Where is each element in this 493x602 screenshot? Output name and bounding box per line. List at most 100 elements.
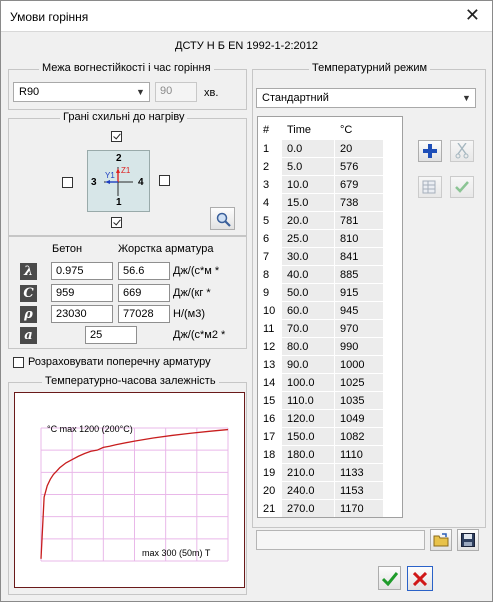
z-axis-label: Z1 [121, 166, 131, 175]
title-bar: Умови горіння ✕ [1, 1, 492, 32]
c-symbol: C [20, 285, 37, 302]
alpha-unit: Дж/(с*м2 * [173, 329, 226, 341]
cell-index: 21 [263, 503, 276, 515]
cell-temp: 576 [335, 158, 383, 176]
minutes-unit: хв. [204, 87, 219, 99]
cell-temp: 1133 [335, 464, 383, 482]
cell-temp: 1049 [335, 410, 383, 428]
temp-regime-select[interactable]: Стандартний ▼ [256, 88, 476, 108]
temp-table[interactable]: # Time °C 1 0.0 20 2 5.0 576 3 10.0 679 4 15.0 738 5… [257, 116, 403, 518]
cell-temp: 915 [335, 284, 383, 302]
cell-temp: 841 [335, 248, 383, 266]
concrete-column-header: Бетон [52, 243, 83, 255]
cell-index: 13 [263, 359, 276, 371]
face-top-checkbox[interactable] [111, 131, 122, 142]
col-header-index: # [263, 124, 270, 136]
transverse-rebar-checkbox[interactable] [13, 357, 24, 368]
lambda-unit: Дж/(с*м * [173, 265, 220, 277]
rebar-rho-field[interactable]: 77028 [118, 305, 170, 323]
cell-time: 40.0 [282, 266, 334, 284]
cell-index: 4 [263, 197, 270, 209]
table-row[interactable]: 5 20.0 781 [258, 212, 402, 230]
cell-index: 18 [263, 449, 276, 461]
chart-x-caption: max 300 (50m) T [142, 548, 211, 558]
alpha-symbol: a [20, 327, 37, 344]
rebar-c-field[interactable]: 669 [118, 284, 170, 302]
table-row[interactable]: 13 90.0 1000 [258, 356, 402, 374]
alpha-field[interactable]: 25 [85, 326, 137, 344]
c-unit: Дж/(кг * [173, 287, 211, 299]
table-header-row: # Time °C [258, 121, 402, 139]
fire-minutes-field[interactable]: 90 [155, 82, 197, 102]
transverse-rebar-label: Розраховувати поперечну арматуру [28, 356, 211, 368]
cell-temp: 945 [335, 302, 383, 320]
close-icon[interactable]: ✕ [465, 5, 480, 26]
cell-time: 60.0 [282, 302, 334, 320]
zoom-button[interactable] [210, 207, 235, 230]
cancel-button[interactable] [407, 566, 433, 591]
table-row[interactable]: 8 40.0 885 [258, 266, 402, 284]
red-x-icon [412, 571, 428, 587]
face-label-top: 2 [116, 153, 122, 164]
delete-row-button[interactable] [450, 140, 474, 162]
col-header-time: Time [282, 121, 334, 139]
cell-time: 70.0 [282, 320, 334, 338]
open-folder-icon [433, 533, 449, 547]
table-row[interactable]: 11 70.0 970 [258, 320, 402, 338]
cell-temp: 781 [335, 212, 383, 230]
table-row[interactable]: 16 120.0 1049 [258, 410, 402, 428]
table-row[interactable]: 21 270.0 1170 [258, 500, 402, 517]
file-path-field[interactable] [256, 530, 425, 550]
save-file-button[interactable] [457, 529, 479, 551]
cell-index: 19 [263, 467, 276, 479]
table-row[interactable]: 1 0.0 20 [258, 140, 402, 158]
table-row[interactable]: 2 5.0 576 [258, 158, 402, 176]
cell-time: 10.0 [282, 176, 334, 194]
table-row[interactable]: 7 30.0 841 [258, 248, 402, 266]
table-row[interactable]: 6 25.0 810 [258, 230, 402, 248]
fire-rating-select[interactable]: R90 ▼ [13, 82, 150, 102]
cell-index: 3 [263, 179, 270, 191]
concrete-rho-field[interactable]: 23030 [51, 305, 113, 323]
table-row[interactable]: 18 180.0 1110 [258, 446, 402, 464]
cell-time: 30.0 [282, 248, 334, 266]
concrete-c-field[interactable]: 959 [51, 284, 113, 302]
ok-button[interactable] [378, 566, 401, 590]
table-row[interactable]: 20 240.0 1153 [258, 482, 402, 500]
table-row[interactable]: 12 80.0 990 [258, 338, 402, 356]
apply-table-button[interactable] [450, 176, 474, 198]
face-right-checkbox[interactable] [159, 175, 170, 186]
cell-temp: 885 [335, 266, 383, 284]
plus-icon [423, 144, 437, 158]
add-row-button[interactable] [418, 140, 442, 162]
cell-temp: 1025 [335, 374, 383, 392]
table-row[interactable]: 17 150.0 1082 [258, 428, 402, 446]
chevron-down-icon: ▼ [136, 87, 145, 97]
cell-index: 12 [263, 341, 276, 353]
rebar-lambda-field[interactable]: 56.6 [118, 262, 170, 280]
edit-table-button[interactable] [418, 176, 442, 198]
face-bottom-checkbox[interactable] [111, 217, 122, 228]
cell-index: 17 [263, 431, 276, 443]
table-row[interactable]: 10 60.0 945 [258, 302, 402, 320]
face-label-left: 3 [91, 177, 97, 188]
green-check-icon [381, 572, 398, 587]
table-row[interactable]: 15 110.0 1035 [258, 392, 402, 410]
table-row[interactable]: 19 210.0 1133 [258, 464, 402, 482]
face-left-checkbox[interactable] [62, 177, 73, 188]
table-row[interactable]: 3 10.0 679 [258, 176, 402, 194]
cell-temp: 1082 [335, 428, 383, 446]
face-label-right: 4 [138, 177, 144, 188]
window-title: Умови горіння [10, 10, 89, 24]
cell-temp: 20 [335, 140, 383, 158]
table-row[interactable]: 14 100.0 1025 [258, 374, 402, 392]
face-label-bottom: 1 [116, 197, 122, 208]
table-row[interactable]: 4 15.0 738 [258, 194, 402, 212]
cell-temp: 970 [335, 320, 383, 338]
cell-temp: 1110 [335, 446, 383, 464]
concrete-lambda-field[interactable]: 0.975 [51, 262, 113, 280]
temp-chart-legend: Температурно-часова залежність [42, 375, 219, 387]
table-row[interactable]: 9 50.0 915 [258, 284, 402, 302]
cell-temp: 1035 [335, 392, 383, 410]
open-file-button[interactable] [430, 529, 452, 551]
